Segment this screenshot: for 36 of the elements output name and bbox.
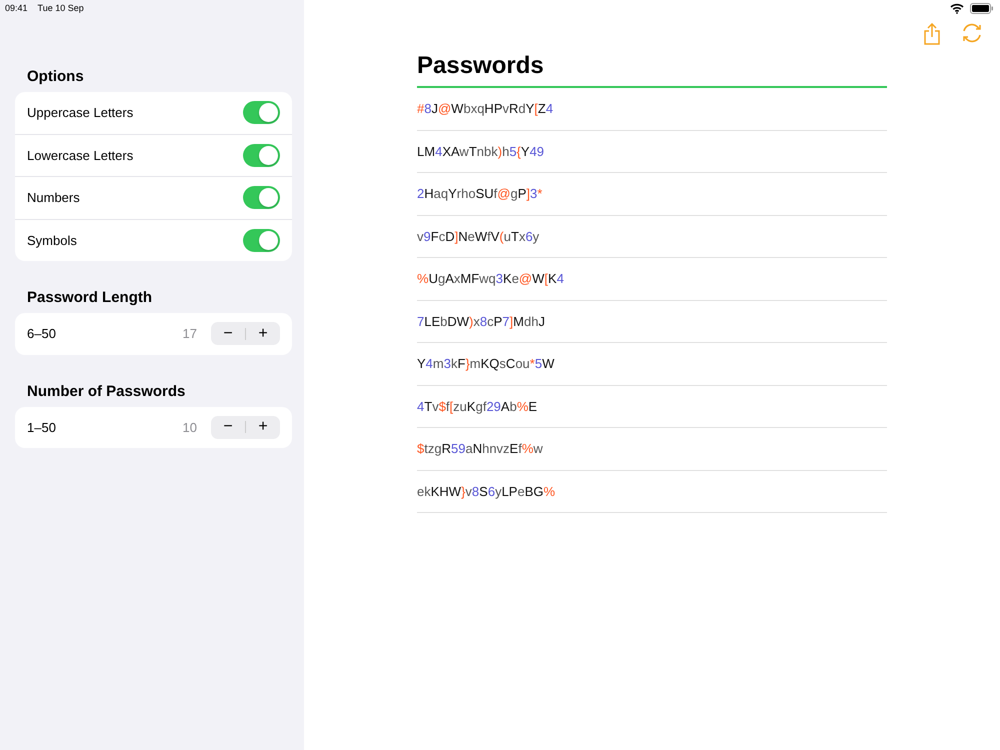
status-date: Tue 10 Sep	[38, 3, 84, 14]
toggle-switch[interactable]	[243, 101, 280, 124]
section-title: Options	[27, 68, 85, 85]
page-title: Passwords	[417, 52, 887, 88]
wifi-icon	[950, 3, 964, 14]
refresh-icon[interactable]	[961, 23, 983, 43]
toggle-switch[interactable]	[243, 144, 280, 167]
decrement-button[interactable]: −	[211, 322, 245, 346]
range-label: 6–50	[27, 326, 57, 342]
option-label: Lowercase Letters	[27, 148, 134, 163]
share-icon[interactable]	[923, 23, 941, 45]
option-label: Symbols	[27, 232, 78, 248]
section-title: Password Length	[27, 289, 154, 306]
password-text: 7LEbDW)x8cP7]MdhJ	[417, 314, 545, 329]
range-label: 1–50	[27, 420, 57, 435]
password-text: ekKHW}v8S6yLPeBG%	[417, 484, 556, 499]
password-text: Y4m3kF}mKQsCou*5W	[417, 356, 554, 372]
password-text: v9FcD]NeWfV(uTx6y	[417, 228, 540, 244]
stepper-value: 17	[182, 326, 197, 342]
password-text: $tzgR59aNhnvzEf%w	[417, 441, 543, 456]
toggle-switch[interactable]	[243, 228, 280, 252]
option-label: Numbers	[27, 190, 81, 206]
password-text: #8J@WbxqHPvRdY[Z4	[417, 101, 554, 116]
option-label: Uppercase Letters	[27, 105, 134, 120]
increment-button[interactable]: +	[246, 416, 280, 439]
toggle-switch[interactable]	[243, 186, 280, 210]
stepper-value: 10	[182, 420, 197, 435]
section-title: Number of Passwords	[27, 382, 186, 400]
password-text: 4Tv$f[zuKgf29Ab%E	[417, 398, 538, 414]
password-text: 2HaqYrhoSUf@gP]3*	[417, 186, 542, 202]
increment-button[interactable]: +	[246, 322, 280, 346]
battery-icon	[970, 3, 994, 14]
password-text: LM4XAwTnbk)h5{Y49	[417, 144, 544, 159]
password-text: %UgAxMFwq3Ke@W[K4	[417, 271, 564, 286]
status-time: 09:41	[5, 3, 28, 14]
decrement-button[interactable]: −	[211, 416, 245, 439]
